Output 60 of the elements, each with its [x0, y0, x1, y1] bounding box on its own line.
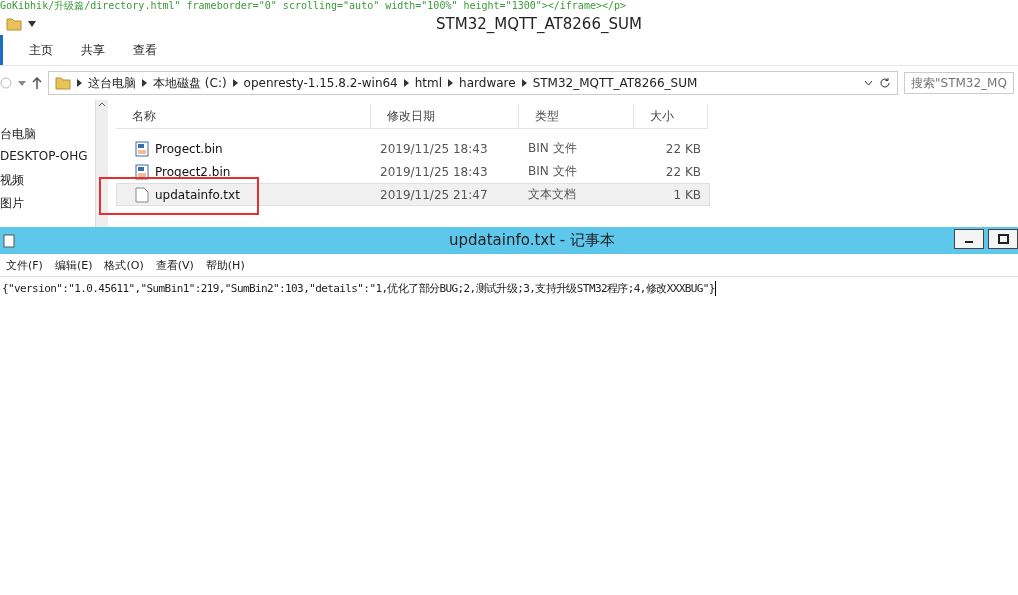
breadcrumb[interactable]: hardware	[459, 76, 516, 90]
sidebar-item[interactable]: DESKTOP-OHG	[0, 149, 92, 168]
chevron-icon	[521, 79, 527, 87]
column-header[interactable]: 名称	[116, 104, 371, 128]
file-row[interactable]: Progect.bin 2019/11/25 18:43 BIN 文件 22 KB	[116, 137, 710, 160]
file-size: 22 KB	[664, 141, 702, 156]
chevron-icon	[403, 79, 409, 87]
chevron-icon	[448, 79, 454, 87]
address-bar[interactable]: 这台电脑 本地磁盘 (C:) openresty-1.15.8.2-win64 html hardware STM32_MQTT_AT8266_SUM	[48, 71, 898, 95]
chevron-icon	[142, 79, 147, 87]
breadcrumb[interactable]: 本地磁盘 (C:)	[153, 74, 227, 92]
file-size: 1 KB	[672, 187, 702, 202]
file-type: BIN 文件	[527, 163, 578, 180]
folder-icon	[6, 16, 22, 31]
file-date: 2019/11/25 18:43	[379, 141, 489, 156]
ribbon-tab[interactable]: 主页	[15, 41, 67, 59]
breadcrumb[interactable]: 这台电脑	[88, 74, 136, 92]
menu-item[interactable]: 编辑(E)	[50, 257, 97, 273]
sidebar-item[interactable]: 图片	[0, 195, 92, 214]
dropdown-arrow-icon[interactable]	[28, 20, 36, 27]
maximize-icon[interactable]	[988, 229, 1018, 249]
window-title: STM32_MQTT_AT8266_SUM	[436, 14, 642, 33]
sidebar-item[interactable]: 视频	[0, 172, 92, 191]
chevron-icon	[77, 79, 82, 87]
ribbon-tab[interactable]: 共享	[67, 41, 119, 59]
notepad-icon	[3, 233, 15, 248]
menu-item[interactable]: 查看(V)	[151, 257, 198, 273]
binary-file-icon	[135, 140, 149, 157]
column-header[interactable]: 大小	[634, 104, 708, 128]
menu-item[interactable]: 文件(F)	[2, 257, 47, 273]
file-size: 22 KB	[664, 164, 702, 179]
folder-icon	[55, 76, 71, 90]
sidebar-item[interactable]: 台电脑	[0, 126, 92, 145]
breadcrumb[interactable]: STM32_MQTT_AT8266_SUM	[532, 76, 698, 90]
breadcrumb[interactable]: openresty-1.15.8.2-win64	[243, 76, 398, 90]
text-file-icon	[135, 186, 149, 203]
up-arrow-icon[interactable]	[32, 77, 42, 89]
minimize-icon[interactable]	[954, 229, 984, 249]
file-name: Progect.bin	[155, 141, 223, 156]
scrollbar[interactable]	[95, 100, 108, 227]
background-code-text: GoKibhik/升级篇/directory.html" frameborder="0" scrolling="auto" width="100%" height="1300"></iframe></p>	[0, 0, 627, 12]
chevron-icon	[232, 79, 238, 87]
menu-item[interactable]: 帮助(H)	[201, 257, 249, 273]
menu-item[interactable]: 格式(O)	[100, 257, 148, 273]
file-type: 文本文档	[527, 186, 577, 203]
file-date: 2019/11/25 21:47	[379, 187, 489, 202]
file-type: BIN 文件	[527, 140, 578, 157]
file-content: {"version":"1.0.45611","SumBin1":219,"SumBin2":103,"details":"1,优化了部分BUG;2,测试升级;3,支持升级STM32程序;4,修改XXXBUG"}	[2, 281, 715, 296]
search-field[interactable]: 搜索"STM32_MQ	[904, 72, 1014, 94]
refresh-icon[interactable]	[879, 77, 891, 89]
breadcrumb[interactable]: html	[414, 76, 443, 90]
file-name: updatainfo.txt	[155, 187, 240, 202]
text-editor[interactable]: {"version":"1.0.45611","SumBin1":219,"SumBin2":103,"details":"1,优化了部分BUG;2,测试升级;3,支持升级STM32程序;4,修改XXXBUG"}	[0, 277, 1018, 595]
column-header[interactable]: 类型	[519, 104, 634, 128]
window-title: updatainfo.txt - 记事本	[449, 231, 616, 250]
file-name: Progect2.bin	[155, 164, 231, 179]
binary-file-icon	[135, 163, 149, 180]
ribbon-tab[interactable]: 查看	[119, 41, 171, 59]
file-date: 2019/11/25 18:43	[379, 164, 489, 179]
column-header[interactable]: 修改日期	[371, 104, 519, 128]
